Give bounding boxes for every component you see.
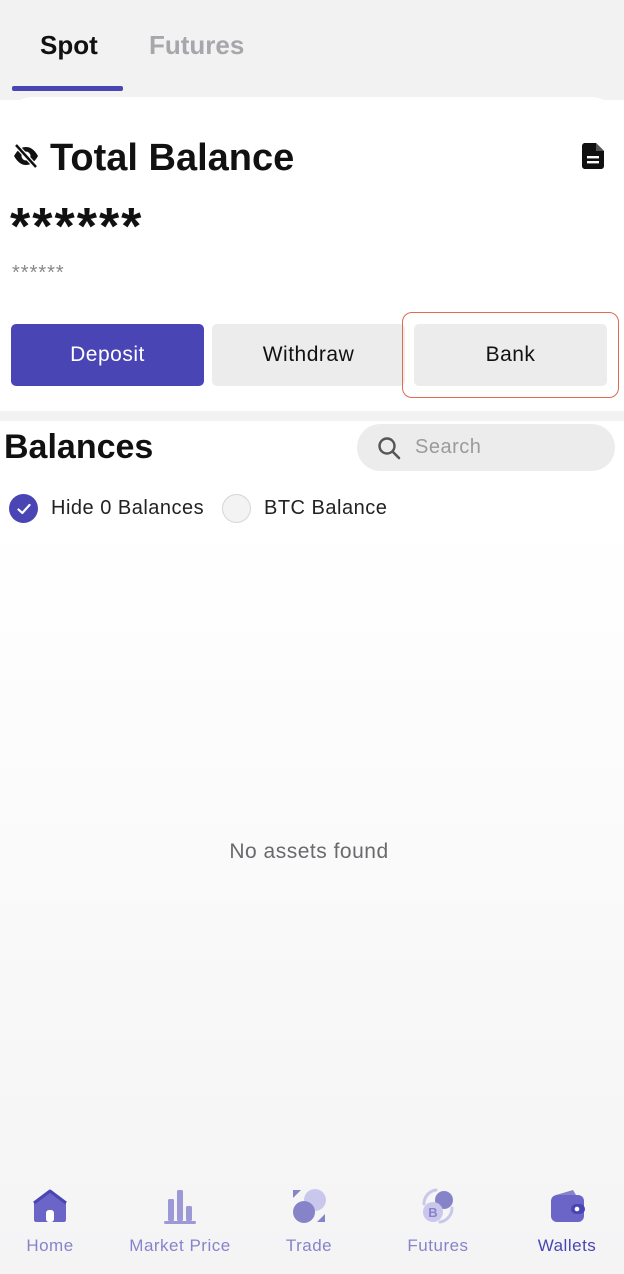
search-icon xyxy=(377,436,401,460)
nav-trade[interactable]: Trade xyxy=(247,1186,371,1256)
nav-futures-label: Futures xyxy=(407,1236,469,1255)
btc-balance-toggle[interactable]: BTC Balance xyxy=(222,494,387,523)
eye-off-icon[interactable] xyxy=(12,143,40,174)
bank-button[interactable]: Bank xyxy=(414,324,607,386)
wallet-page: Spot Futures Total Balance ****** ******… xyxy=(0,0,624,1274)
checkbox-unchecked[interactable] xyxy=(222,494,251,523)
nav-wallets[interactable]: Wallets xyxy=(505,1186,624,1256)
nav-futures[interactable]: B Futures xyxy=(376,1186,500,1256)
bar-chart-icon xyxy=(160,1186,200,1226)
hide-zero-balances-toggle[interactable]: Hide 0 Balances xyxy=(9,494,204,523)
tab-spot[interactable]: Spot xyxy=(40,30,98,61)
nav-wallets-label: Wallets xyxy=(537,1236,597,1255)
wallet-icon xyxy=(547,1186,587,1226)
nav-trade-label: Trade xyxy=(285,1236,333,1255)
total-balance-subvalue: ****** xyxy=(12,262,65,284)
section-divider xyxy=(0,411,624,421)
trade-icon xyxy=(289,1186,329,1226)
checkbox-checked[interactable] xyxy=(9,494,38,523)
search-input[interactable] xyxy=(415,436,585,459)
top-tabbar: Spot Futures xyxy=(0,0,624,100)
nav-market-price[interactable]: Market Price xyxy=(118,1186,242,1256)
total-balance-card: Total Balance ****** ****** Deposit With… xyxy=(0,97,624,411)
search-bar[interactable] xyxy=(357,424,615,471)
document-icon[interactable] xyxy=(582,143,604,169)
title-row: Total Balance xyxy=(12,137,294,180)
empty-state-text: No assets found xyxy=(229,840,389,863)
home-icon xyxy=(30,1186,70,1226)
nav-market-price-label: Market Price xyxy=(129,1236,231,1255)
tab-futures[interactable]: Futures xyxy=(149,30,244,61)
nav-home[interactable]: Home xyxy=(0,1186,112,1256)
total-balance-value: ****** xyxy=(10,198,144,256)
futures-icon: B xyxy=(418,1186,458,1226)
withdraw-button[interactable]: Withdraw xyxy=(212,324,405,386)
hide-zero-balances-label: Hide 0 Balances xyxy=(51,497,205,519)
balances-title: Balances xyxy=(4,428,154,466)
svg-text:B: B xyxy=(428,1205,437,1220)
bottom-navigation: Home Market Price Trade B Futures Wallet… xyxy=(0,1170,624,1274)
nav-home-label: Home xyxy=(26,1236,74,1255)
total-balance-title: Total Balance xyxy=(50,137,295,179)
btc-balance-label: BTC Balance xyxy=(264,497,388,519)
deposit-button[interactable]: Deposit xyxy=(11,324,204,386)
active-tab-indicator xyxy=(12,86,123,91)
